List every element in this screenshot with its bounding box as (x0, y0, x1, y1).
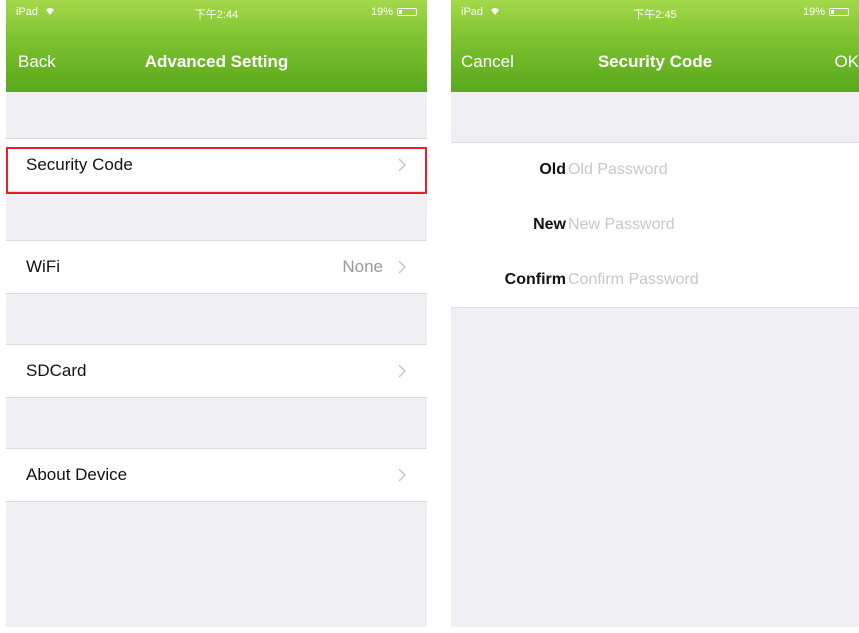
confirm-password-input[interactable] (568, 267, 848, 293)
battery-icon (829, 8, 849, 16)
chevron-right-icon (398, 364, 407, 378)
row-label: Security Code (26, 155, 133, 174)
old-password-input[interactable] (568, 157, 848, 183)
confirm-password-label: Confirm (504, 271, 566, 288)
row-label: SDCard (26, 361, 87, 380)
chevron-right-icon (398, 260, 407, 274)
battery-icon (397, 8, 417, 16)
top-bar: iPad 下午2:45 19% Cancel Security Code OK (451, 0, 859, 92)
security-code-screen: iPad 下午2:45 19% Cancel Security Code OK … (451, 0, 859, 627)
row-label: WiFi (26, 257, 60, 276)
top-bar: iPad 下午2:44 19% Back Advanced Setting (6, 0, 427, 92)
old-password-row: Old (451, 143, 859, 198)
row-wifi[interactable]: WiFi None (6, 240, 427, 294)
ok-button[interactable]: OK (834, 52, 859, 72)
battery-status: 19% (803, 6, 849, 18)
row-sdcard[interactable]: SDCard (6, 344, 427, 398)
password-form: Old New Confirm (451, 142, 859, 308)
status-time: 下午2:45 (633, 9, 677, 21)
status-bar: iPad 下午2:44 19% (6, 0, 427, 24)
page-title: Advanced Setting (144, 52, 289, 71)
row-value: None (342, 257, 383, 276)
battery-percent: 19% (370, 6, 393, 18)
row-about-device[interactable]: About Device (6, 448, 427, 502)
nav-bar: Back Advanced Setting (6, 44, 427, 80)
nav-bar: Cancel Security Code OK (451, 44, 859, 80)
row-security-code[interactable]: Security Code (6, 138, 427, 192)
row-label: About Device (26, 465, 128, 484)
new-password-input[interactable] (568, 212, 848, 238)
battery-status: 19% (371, 6, 417, 18)
chevron-right-icon (398, 158, 407, 172)
advanced-setting-screen: iPad 下午2:44 19% Back Advanced Setting Se… (6, 0, 427, 627)
status-time: 下午2:44 (194, 9, 239, 21)
new-password-label: New (533, 216, 566, 233)
chevron-right-icon (398, 468, 407, 482)
page-title: Security Code (597, 52, 713, 71)
new-password-row: New (451, 198, 859, 253)
battery-percent: 19% (802, 6, 825, 18)
old-password-label: Old (539, 161, 566, 178)
status-bar: iPad 下午2:45 19% (451, 0, 859, 24)
confirm-password-row: Confirm (451, 253, 859, 308)
